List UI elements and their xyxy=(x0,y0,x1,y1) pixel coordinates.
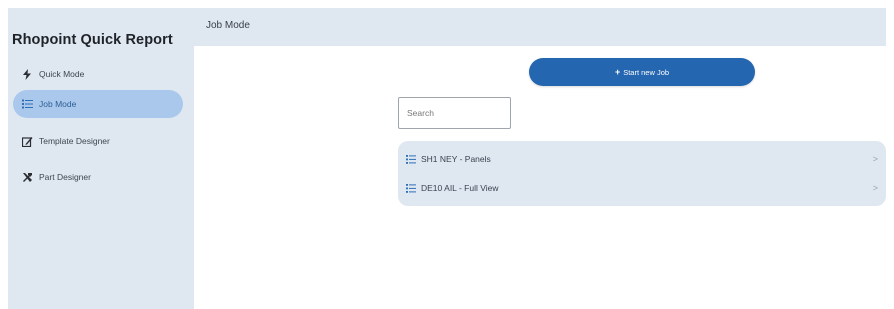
list-item-job[interactable]: SH1 NEY - Panels > xyxy=(398,145,886,173)
search-input[interactable] xyxy=(398,97,511,129)
tools-icon xyxy=(21,171,33,183)
chevron-right-icon: > xyxy=(872,183,878,193)
lightning-icon xyxy=(21,68,33,80)
list-icon xyxy=(21,98,33,110)
start-new-job-button[interactable]: + Start new Job xyxy=(529,58,755,86)
sidebar: Rhopoint Quick Report Quick Mode Job Mod… xyxy=(8,8,194,309)
edit-icon xyxy=(21,135,33,147)
sidebar-item-quick-mode[interactable]: Quick Mode xyxy=(13,60,183,88)
list-icon xyxy=(406,154,416,164)
page-title: Job Mode xyxy=(206,20,250,31)
job-label: SH1 NEY - Panels xyxy=(421,154,491,164)
sidebar-item-label: Quick Mode xyxy=(39,69,85,79)
sidebar-item-part-designer[interactable]: Part Designer xyxy=(13,163,183,191)
sidebar-item-job-mode[interactable]: Job Mode xyxy=(13,90,183,118)
sidebar-item-label: Template Designer xyxy=(39,136,110,146)
sidebar-item-label: Part Designer xyxy=(39,172,91,182)
list-icon xyxy=(406,183,416,193)
sidebar-item-label: Job Mode xyxy=(39,99,77,109)
plus-icon: + xyxy=(614,67,621,77)
job-label: DE10 AIL - Full View xyxy=(421,183,499,193)
app-window: Rhopoint Quick Report Quick Mode Job Mod… xyxy=(8,8,886,309)
header-bar: Job Mode xyxy=(194,8,886,46)
list-item-job[interactable]: DE10 AIL - Full View > xyxy=(398,174,886,202)
start-new-job-label: Start new Job xyxy=(623,67,670,77)
job-list: SH1 NEY - Panels > DE10 AIL - Full View … xyxy=(398,141,886,206)
sidebar-item-template-designer[interactable]: Template Designer xyxy=(13,127,183,155)
chevron-right-icon: > xyxy=(872,154,878,164)
app-title: Rhopoint Quick Report xyxy=(12,32,173,48)
